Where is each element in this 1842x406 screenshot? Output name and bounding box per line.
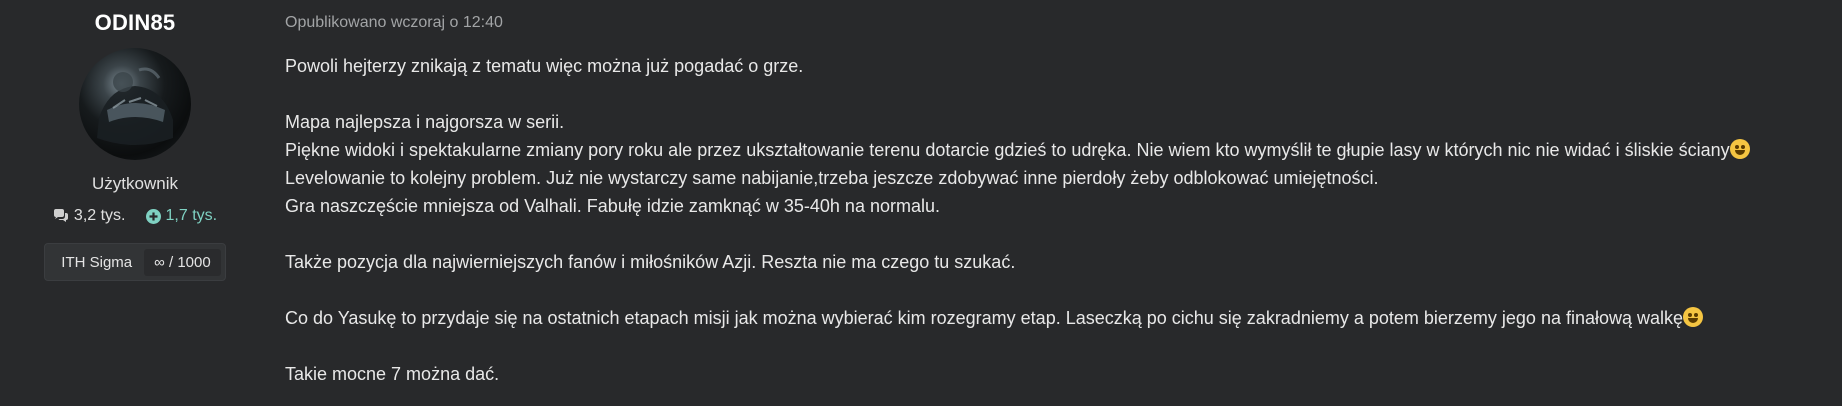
rank-badge: ITH Sigma ∞ / 1000 [44, 243, 226, 281]
author-stats: 3,2 tys. 1,7 tys. [53, 207, 217, 225]
reputation[interactable]: 1,7 tys. [145, 207, 218, 225]
author-panel: ODIN85 Użytkownik 3,2 tys. 1,7 tys. ITH … [0, 0, 270, 406]
posts-count[interactable]: 3,2 tys. [53, 207, 126, 225]
author-username[interactable]: ODIN85 [95, 10, 176, 36]
forum-post: ODIN85 Użytkownik 3,2 tys. 1,7 tys. ITH … [0, 0, 1842, 406]
post-line-text: Co do Yasukę to przydaje się na ostatnic… [285, 308, 1684, 328]
post-line: Co do Yasukę to przydaje się na ostatnic… [285, 304, 1842, 332]
speech-bubbles-icon [53, 209, 69, 223]
post-line: Gra naszczęście mniejsza od Valhali. Fab… [285, 196, 940, 216]
post-body: Powoli hejterzy znikają z tematu więc mo… [285, 52, 1842, 388]
post-line: Także pozycja dla najwierniejszych fanów… [285, 252, 1016, 272]
grinning-emoji-icon [1683, 307, 1704, 327]
posts-count-value: 3,2 tys. [73, 207, 126, 224]
laughing-emoji-icon [1729, 139, 1750, 159]
post-line: Powoli hejterzy znikają z tematu więc mo… [285, 56, 804, 76]
reputation-value: 1,7 tys. [165, 207, 218, 224]
plus-circle-icon [145, 208, 161, 224]
badge-name: ITH Sigma [61, 253, 133, 271]
badge-value: ∞ / 1000 [144, 248, 221, 276]
avatar[interactable] [79, 48, 191, 160]
post-line: Piękne widoki i spektakularne zmiany por… [285, 136, 1842, 164]
post-line-text: Piękne widoki i spektakularne zmiany por… [285, 140, 1730, 160]
post-line: Levelowanie to kolejny problem. Już nie … [285, 168, 1379, 188]
author-role: Użytkownik [92, 174, 178, 193]
post-line: Mapa najlepsza i najgorsza w serii. [285, 112, 565, 132]
post-content: Opublikowano wczoraj o 12:40 Powoli hejt… [270, 0, 1842, 406]
post-timestamp[interactable]: Opublikowano wczoraj o 12:40 [285, 14, 1842, 32]
post-line: Takie mocne 7 można dać. [285, 364, 500, 384]
